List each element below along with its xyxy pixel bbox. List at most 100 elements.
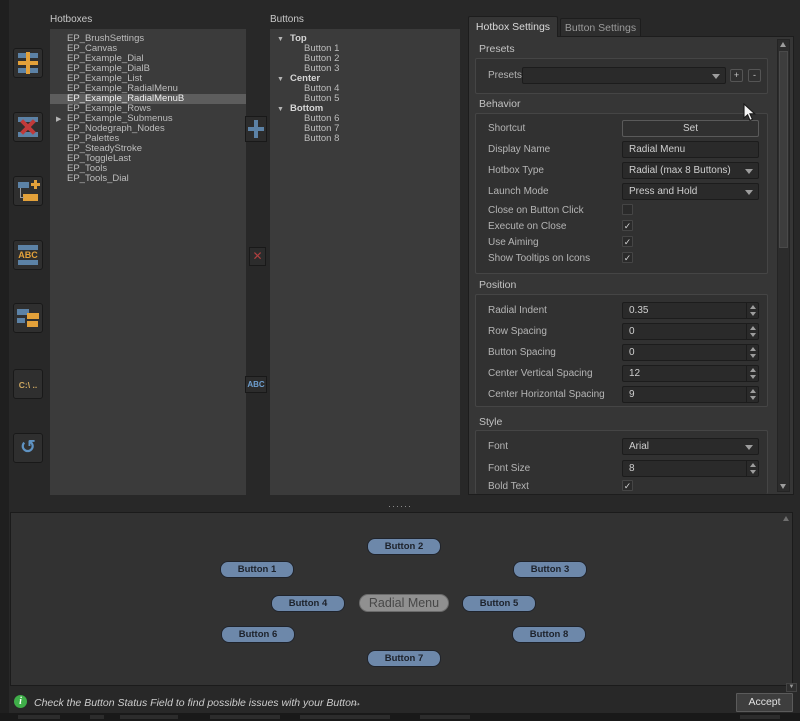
text-field[interactable]: Radial Menu xyxy=(622,141,759,158)
checkbox[interactable]: ✓ xyxy=(622,220,633,231)
tab-hotbox-settings[interactable]: Hotbox Settings xyxy=(468,16,558,37)
rename-button-icon: ABC xyxy=(247,380,264,389)
dropdown[interactable]: Press and Hold xyxy=(622,183,759,200)
spinner-arrows[interactable] xyxy=(746,366,758,381)
hotbox-item-label: EP_Tools_Dial xyxy=(67,173,129,184)
spinner-field[interactable]: 0 xyxy=(622,323,759,340)
info-icon: i xyxy=(14,695,27,708)
window-left-edge xyxy=(0,0,9,721)
file-path-button[interactable]: C:\ .. xyxy=(13,369,43,399)
buttons-tree-item[interactable]: Button 2 xyxy=(270,54,460,64)
spinner-field[interactable]: 9 xyxy=(622,386,759,403)
behavior-row-label: Display Name xyxy=(488,144,550,155)
spin-down-icon[interactable] xyxy=(750,375,756,379)
rename-button-button[interactable]: ABC xyxy=(245,376,267,393)
position-group: Radial Indent0.35Row Spacing0Button Spac… xyxy=(475,294,768,407)
buttons-tree-item[interactable]: Button 6 xyxy=(270,114,460,124)
hotbox-list-item[interactable]: EP_Tools_Dial xyxy=(50,174,246,184)
delete-button-button[interactable]: ✕ xyxy=(249,247,266,266)
rename-hotbox-button[interactable]: ABC xyxy=(13,240,43,270)
preset-remove-button[interactable]: - xyxy=(748,69,761,82)
spinner-field[interactable]: 12 xyxy=(622,365,759,382)
add-hotbox-button[interactable] xyxy=(13,48,43,78)
accept-button[interactable]: Accept xyxy=(736,693,793,712)
behavior-row-label: Hotbox Type xyxy=(488,165,544,176)
position-row-label: Radial Indent xyxy=(488,305,547,316)
spinner-arrows[interactable] xyxy=(746,387,758,402)
spin-down-icon[interactable] xyxy=(750,470,756,474)
settings-scrollbar-thumb[interactable] xyxy=(779,51,788,248)
spinner-field[interactable]: 0 xyxy=(622,344,759,361)
buttons-tree-group[interactable]: ▼Bottom xyxy=(270,104,460,114)
settings-scrollbar[interactable] xyxy=(777,39,790,492)
delete-hotbox-button[interactable] xyxy=(13,112,43,142)
mouse-cursor xyxy=(743,103,757,123)
dropdown[interactable]: Radial (max 8 Buttons) xyxy=(622,162,759,179)
behavior-section-header: Behavior xyxy=(479,98,520,110)
collapse-arrow-icon[interactable]: ▼ xyxy=(277,35,284,45)
spin-up-icon[interactable] xyxy=(750,463,756,467)
spinner-field[interactable]: 8 xyxy=(622,460,759,477)
clipped-bottom-row xyxy=(0,713,800,721)
hotboxes-list: EP_BrushSettingsEP_CanvasEP_Example_Dial… xyxy=(50,29,246,495)
collapse-arrow-icon[interactable]: ▼ xyxy=(277,105,284,115)
preset-add-button[interactable]: + xyxy=(730,69,743,82)
splitter-handle[interactable]: ······ xyxy=(388,501,412,511)
file-path-icon: C:\ .. xyxy=(14,380,42,390)
corner-scroll-down-icon[interactable]: ▼ xyxy=(786,683,797,692)
preview-center-label: Radial Menu xyxy=(359,594,449,612)
preview-button[interactable]: Button 7 xyxy=(367,650,441,667)
presets-dropdown[interactable] xyxy=(522,67,726,84)
chevron-down-icon xyxy=(745,169,753,174)
organize-hotboxes-button[interactable] xyxy=(13,303,43,333)
buttons-tree-item[interactable]: Button 1 xyxy=(270,44,460,54)
checkbox[interactable]: ✓ xyxy=(622,480,633,491)
scroll-up-icon[interactable] xyxy=(780,42,786,47)
spin-up-icon[interactable] xyxy=(750,305,756,309)
dropdown[interactable]: Arial xyxy=(622,438,759,455)
buttons-tree-item[interactable]: Button 7 xyxy=(270,124,460,134)
checkbox[interactable]: ✓ xyxy=(622,252,633,263)
spin-up-icon[interactable] xyxy=(750,326,756,330)
spin-down-icon[interactable] xyxy=(750,396,756,400)
chevron-down-icon xyxy=(712,74,720,79)
spin-down-icon[interactable] xyxy=(750,333,756,337)
preview-button[interactable]: Button 8 xyxy=(512,626,586,643)
preview-button[interactable]: Button 3 xyxy=(513,561,587,578)
buttons-tree: ▼TopButton 1Button 2Button 3▼CenterButto… xyxy=(270,29,460,495)
buttons-tree-item[interactable]: Button 4 xyxy=(270,84,460,94)
preview-button[interactable]: Button 2 xyxy=(367,538,441,555)
spinner-field[interactable]: 0.35 xyxy=(622,302,759,319)
tree-group-label: Top xyxy=(290,33,307,44)
spin-up-icon[interactable] xyxy=(750,347,756,351)
collapse-arrow-icon[interactable]: ▼ xyxy=(277,75,284,85)
preview-button[interactable]: Button 1 xyxy=(220,561,294,578)
buttons-tree-item[interactable]: Button 8 xyxy=(270,134,460,144)
chevron-down-icon xyxy=(745,445,753,450)
spinner-arrows[interactable] xyxy=(746,345,758,360)
buttons-tree-group[interactable]: ▼ Top xyxy=(270,34,460,44)
add-submenu-button[interactable] xyxy=(13,176,43,206)
preview-button[interactable]: Button 4 xyxy=(271,595,345,612)
checkbox[interactable] xyxy=(622,204,633,215)
spin-up-icon[interactable] xyxy=(750,368,756,372)
spin-down-icon[interactable] xyxy=(750,312,756,316)
preview-button[interactable]: Button 6 xyxy=(221,626,295,643)
tab-button-settings[interactable]: Button Settings xyxy=(560,18,641,37)
scroll-down-icon[interactable] xyxy=(780,484,786,489)
spinner-arrows[interactable] xyxy=(746,303,758,318)
behavior-row-label: Show Tooltips on Icons xyxy=(488,253,590,264)
shortcut-set-button[interactable]: Set xyxy=(622,120,759,137)
spin-up-icon[interactable] xyxy=(750,389,756,393)
behavior-group: Shortcut Set Display Name Radial Menu Hotbox… xyxy=(475,113,768,274)
checkbox[interactable]: ✓ xyxy=(622,236,633,247)
preview-button[interactable]: Button 5 xyxy=(462,595,536,612)
spinner-arrows[interactable] xyxy=(746,324,758,339)
behavior-row-label: Shortcut xyxy=(488,123,525,134)
buttons-tree-group[interactable]: ▼Center xyxy=(270,74,460,84)
spin-down-icon[interactable] xyxy=(750,354,756,358)
add-button-button[interactable] xyxy=(245,116,267,142)
spinner-arrows[interactable] xyxy=(746,461,758,476)
preview-scroll-up-icon[interactable] xyxy=(783,516,789,521)
reload-button[interactable]: ↺ xyxy=(13,433,43,463)
